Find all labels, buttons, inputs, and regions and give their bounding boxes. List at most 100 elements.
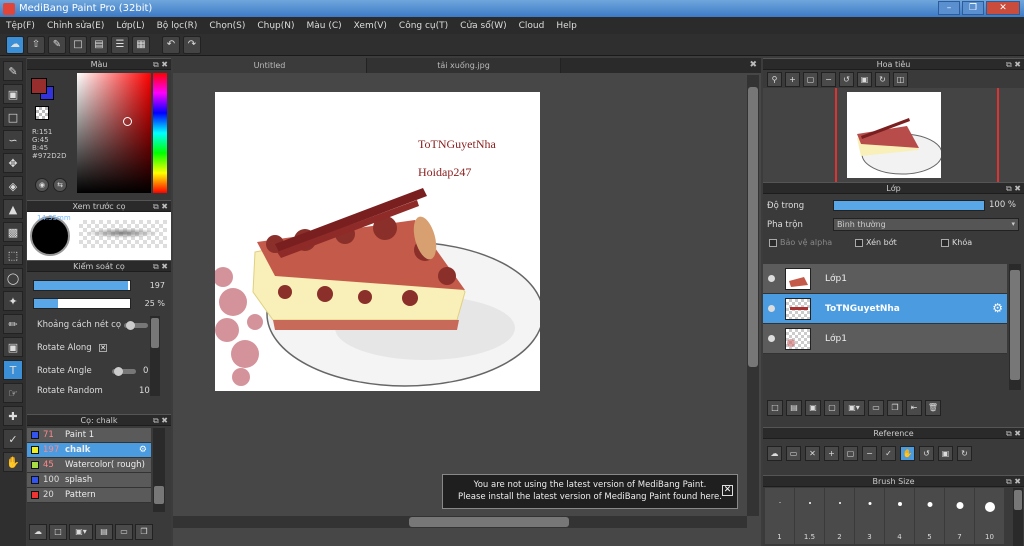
spacing-toggle[interactable] [124, 321, 148, 330]
ref-rotate-right-icon[interactable]: ↻ [957, 445, 972, 461]
document-icon[interactable]: ▤ [90, 35, 108, 54]
transparent-color-swatch[interactable] [35, 106, 49, 120]
select-eraser-tool-icon[interactable]: ▣ [3, 337, 23, 357]
ref-zoom-out-icon[interactable]: − [862, 445, 877, 461]
select-pen-tool-icon[interactable]: ✏ [3, 314, 23, 334]
new-brush-icon[interactable]: □ [49, 524, 67, 540]
duplicate-layer-icon[interactable]: ❐ [887, 400, 903, 416]
new-layer-icon[interactable]: □ [767, 400, 783, 416]
ref-eyedropper-icon[interactable]: ✓ [881, 445, 896, 461]
layer-list-scrollbar[interactable] [1009, 264, 1021, 390]
curve-tool-icon[interactable]: ∽ [3, 130, 23, 150]
cloud-icon[interactable]: ☁ [6, 35, 24, 54]
blend-mode-select[interactable]: Bình thường ▾ [833, 218, 1019, 231]
document-canvas[interactable]: ToTNGuyetNha Hoidap247 [215, 92, 540, 391]
undo-icon[interactable]: ↶ [162, 35, 180, 54]
brush-size-scrollbar[interactable] [1013, 488, 1023, 546]
share-icon[interactable]: ⇧ [27, 35, 45, 54]
rectangle-tool-icon[interactable]: □ [3, 107, 23, 127]
brush-size-1[interactable]: 1 [765, 488, 794, 544]
canvas-vertical-scrollbar[interactable] [747, 75, 759, 516]
cloud-brush-icon[interactable]: ☁ [29, 524, 47, 540]
rotate-right-icon[interactable]: ↻ [875, 71, 890, 87]
menu-help[interactable]: Help [550, 21, 583, 31]
brush-item-paint1[interactable]: 71 Paint 1 [27, 428, 151, 443]
bucket-tool-icon[interactable]: ▲ [3, 199, 23, 219]
menu-snap[interactable]: Chụp(N) [251, 21, 300, 31]
list-icon[interactable]: ☰ [111, 35, 129, 54]
brush-size-3[interactable]: 3 [855, 488, 884, 544]
panel-options-icon[interactable]: ⧉ ✖ [1006, 428, 1021, 439]
fit-window-icon[interactable]: ▢ [803, 71, 818, 87]
cloud-reference-icon[interactable]: ☁ [767, 445, 782, 461]
zoom-fit-icon[interactable]: ⚲ [767, 71, 782, 87]
menu-tools[interactable]: Công cụ(T) [393, 21, 454, 31]
magic-wand-tool-icon[interactable]: ✦ [3, 291, 23, 311]
close-reference-icon[interactable]: ✕ [805, 445, 820, 461]
gear-icon[interactable]: ⚙ [139, 445, 147, 455]
layer-folder-icon[interactable]: ▭ [868, 400, 884, 416]
brush-size-10[interactable]: 10 [975, 488, 1004, 544]
update-notice[interactable]: You are not using the latest version of … [442, 474, 738, 509]
redo-icon[interactable]: ↷ [183, 35, 201, 54]
layer-opacity-slider[interactable] [833, 200, 985, 211]
saturation-value-picker[interactable] [77, 73, 151, 193]
layer-item-lop1-bottom[interactable]: Lớp1 [763, 324, 1007, 354]
brush-item-splash[interactable]: 100 splash [27, 473, 151, 488]
operation-tool-icon[interactable]: ☞ [3, 383, 23, 403]
brush-size-5[interactable]: 5 [915, 488, 944, 544]
panel-options-icon[interactable]: ⧉ ✖ [1006, 183, 1021, 194]
grid-icon[interactable]: ▦ [132, 35, 150, 54]
add-layer-menu-icon[interactable]: ▣▾ [843, 400, 865, 416]
brush-size-1-5[interactable]: 1.5 [795, 488, 824, 544]
menu-window[interactable]: Cửa sổ(W) [454, 21, 512, 31]
delete-layer-icon[interactable]: 🗑 [925, 400, 941, 416]
add-brush-icon[interactable]: ▣▾ [69, 524, 93, 540]
brush-control-scrollbar[interactable] [150, 316, 160, 396]
close-window-button[interactable]: ✕ [986, 1, 1020, 15]
comment-icon[interactable]: ✎ [48, 35, 66, 54]
clipping-checkbox[interactable]: Xén bớt [855, 238, 897, 247]
color-picker-cursor[interactable] [123, 117, 132, 126]
rotate-left-icon[interactable]: ↺ [839, 71, 854, 87]
brush-list-scrollbar[interactable] [153, 428, 165, 512]
menu-layer[interactable]: Lớp(L) [110, 21, 150, 31]
fill-tool-icon[interactable]: ◈ [3, 176, 23, 196]
ref-rotate-left-icon[interactable]: ↺ [919, 445, 934, 461]
eyedropper-tool-icon[interactable]: ✓ [3, 429, 23, 449]
brush-item-watercolor[interactable]: 45 Watercolor( rough) [27, 458, 151, 473]
text-tool-icon[interactable]: T [3, 360, 23, 380]
panel-options-icon[interactable]: ⧉ ✖ [153, 201, 168, 212]
divide-tool-icon[interactable]: ✚ [3, 406, 23, 426]
protect-alpha-checkbox[interactable]: Bảo vệ alpha [769, 238, 832, 247]
visibility-icon[interactable] [768, 335, 775, 342]
menu-edit[interactable]: Chỉnh sửa(E) [41, 21, 110, 31]
brush-size-slider[interactable] [33, 280, 131, 291]
menu-view[interactable]: Xem(V) [348, 21, 393, 31]
rotate-angle-slider[interactable] [112, 367, 136, 376]
open-reference-icon[interactable]: ▭ [786, 445, 801, 461]
menu-select[interactable]: Chọn(S) [203, 21, 251, 31]
rotate-along-checkbox[interactable]: ✕ [99, 344, 107, 352]
eraser-tool-icon[interactable]: ▣ [3, 84, 23, 104]
navigator-view[interactable] [763, 88, 1024, 182]
select-rect-tool-icon[interactable]: ⬚ [3, 245, 23, 265]
menu-filter[interactable]: Bộ lọc(R) [151, 21, 204, 31]
export-icon[interactable]: □ [69, 35, 87, 54]
minimize-button[interactable]: – [938, 1, 960, 15]
gradient-tool-icon[interactable]: ▩ [3, 222, 23, 242]
hue-slider[interactable] [153, 73, 167, 193]
lasso-tool-icon[interactable]: ◯ [3, 268, 23, 288]
panel-options-icon[interactable]: ⧉ ✖ [153, 415, 168, 426]
layer-item-totnguyetnha[interactable]: ToTNGuyetNha ⚙ [763, 294, 1007, 324]
menu-color[interactable]: Màu (C) [301, 21, 348, 31]
visibility-icon[interactable] [768, 305, 775, 312]
ref-zoom-in-icon[interactable]: + [824, 445, 839, 461]
new-1bit-layer-icon[interactable]: ▢ [824, 400, 840, 416]
ref-reset-icon[interactable]: ▣ [938, 445, 953, 461]
panel-options-icon[interactable]: ⧉ ✖ [153, 59, 168, 70]
menu-file[interactable]: Tệp(F) [0, 21, 41, 31]
brush-size-2[interactable]: 2 [825, 488, 854, 544]
visibility-icon[interactable] [768, 275, 775, 282]
folder-icon[interactable]: ▭ [115, 524, 133, 540]
